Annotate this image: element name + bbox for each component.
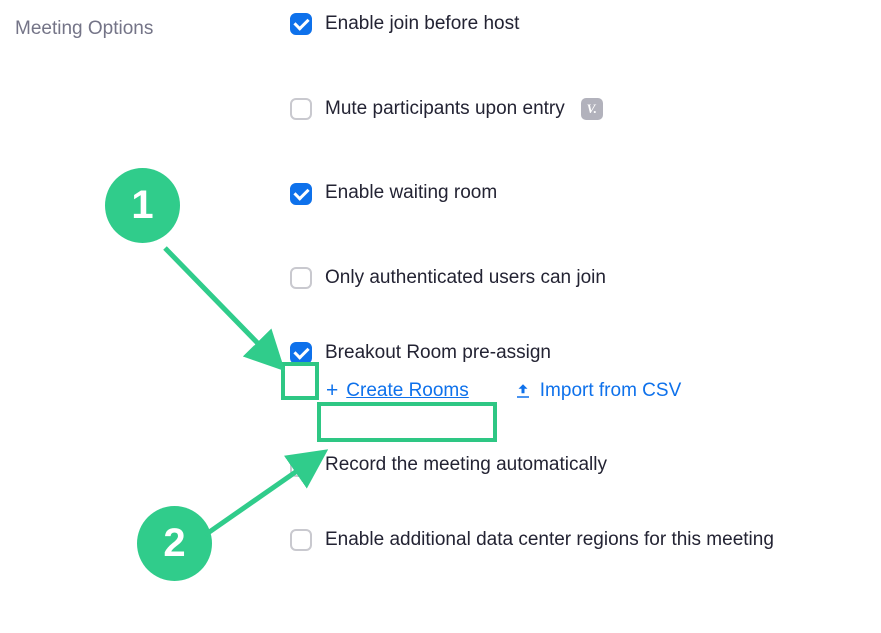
option-data-center: Enable additional data center regions fo… (290, 528, 774, 553)
option-join-before-host: Enable join before host (290, 12, 774, 37)
label-data-center: Enable additional data center regions fo… (325, 528, 774, 553)
plus-icon: + (326, 379, 338, 403)
label-mute-on-entry: Mute participants upon entry (325, 97, 565, 122)
meeting-options-group: Enable join before host Mute participant… (290, 12, 774, 553)
checkbox-auth-only[interactable] (290, 267, 312, 289)
label-breakout-preassign: Breakout Room pre-assign (325, 341, 551, 366)
create-rooms-text: Create Rooms (346, 380, 469, 402)
import-csv-link[interactable]: Import from CSV (514, 380, 681, 402)
label-waiting-room: Enable waiting room (325, 181, 497, 206)
option-record-auto: Record the meeting automatically (290, 453, 774, 478)
annotation-badge-1: 1 (105, 168, 180, 243)
annotation-arrow-1 (150, 238, 300, 388)
section-label: Meeting Options (15, 18, 153, 40)
label-join-before-host: Enable join before host (325, 12, 519, 37)
label-record-auto: Record the meeting automatically (325, 453, 607, 478)
import-csv-text: Import from CSV (540, 380, 681, 402)
checkbox-record-auto[interactable] (290, 455, 312, 477)
checkbox-data-center[interactable] (290, 529, 312, 551)
checkbox-mute-on-entry[interactable] (290, 98, 312, 120)
info-icon[interactable]: V. (581, 98, 603, 120)
checkbox-join-before-host[interactable] (290, 13, 312, 35)
create-rooms-link[interactable]: + Create Rooms (326, 379, 469, 403)
option-mute-on-entry: Mute participants upon entry V. (290, 97, 774, 122)
upload-icon (514, 382, 532, 400)
option-auth-only: Only authenticated users can join (290, 266, 774, 291)
breakout-sublinks: + Create Rooms Import from CSV (326, 379, 774, 403)
option-breakout-preassign: Breakout Room pre-assign + Create Rooms … (290, 341, 774, 404)
checkbox-breakout-preassign[interactable] (290, 342, 312, 364)
annotation-badge-2: 2 (137, 506, 212, 581)
label-auth-only: Only authenticated users can join (325, 266, 606, 291)
option-waiting-room: Enable waiting room (290, 181, 774, 206)
checkbox-waiting-room[interactable] (290, 183, 312, 205)
